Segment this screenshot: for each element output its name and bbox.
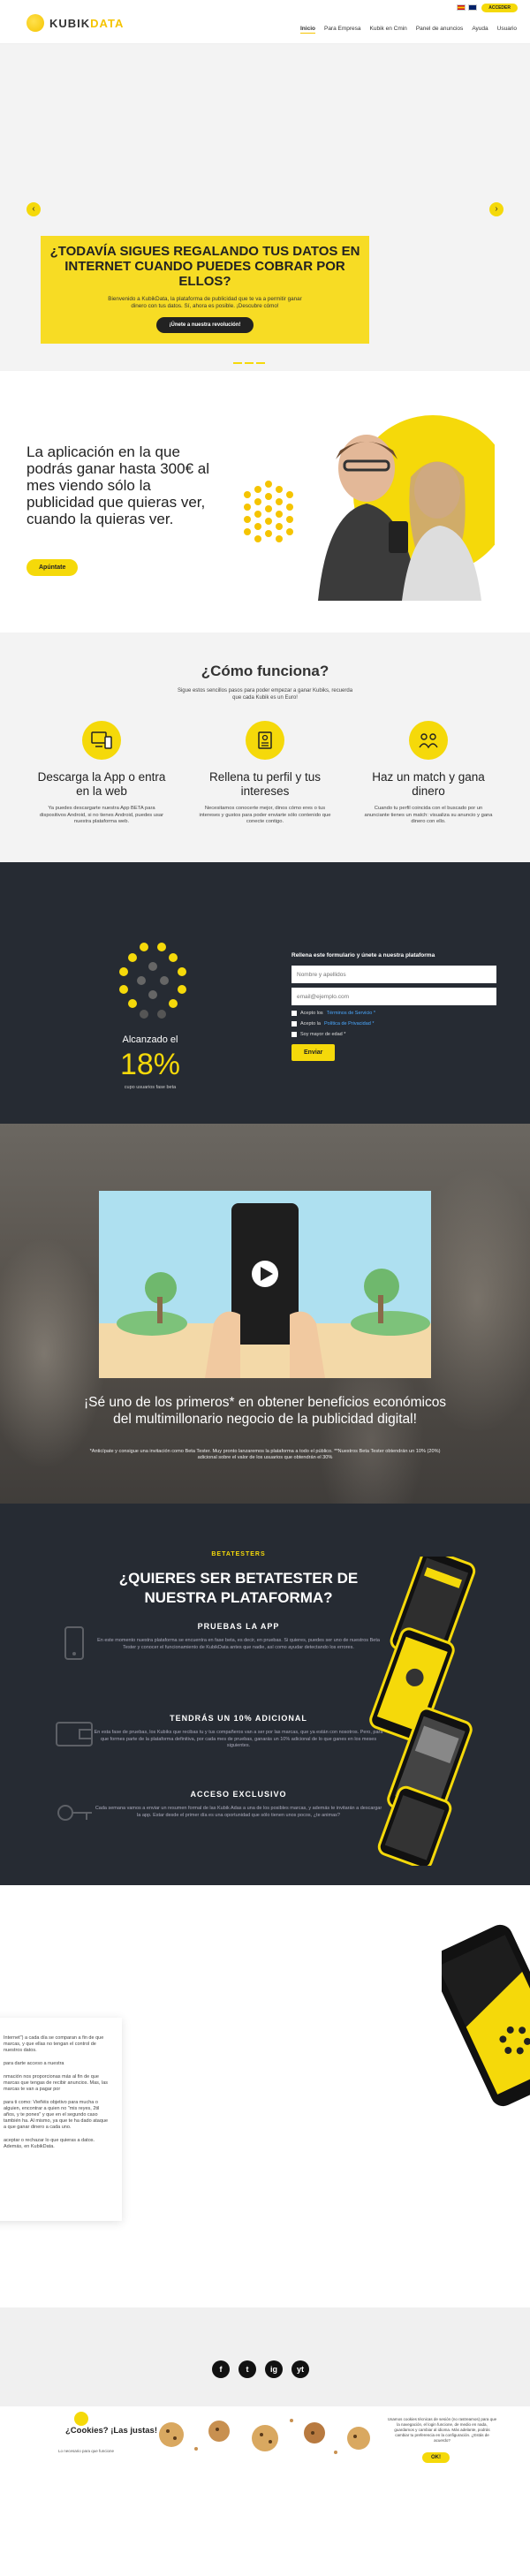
beta-block-test-app: PRUEBAS LA APP En este momento nuestra p…: [97, 1622, 380, 1650]
cookie-title: ¿Cookies? ¡Las justas!: [65, 2426, 157, 2436]
language-switcher: [457, 4, 477, 11]
apuntate-button[interactable]: Apúntate: [26, 559, 79, 576]
nav-panel-anuncios[interactable]: Panel de anuncios: [416, 26, 464, 34]
twitter-icon[interactable]: t: [238, 2360, 256, 2378]
beta-title: ¿QUIERES SER BETATESTER DE NUESTRA PLATA…: [118, 1570, 359, 1606]
beta-kicker: BETATESTERS: [211, 1551, 266, 1557]
youtube-icon[interactable]: yt: [292, 2360, 309, 2378]
name-field[interactable]: [292, 966, 496, 983]
spanish-flag-icon[interactable]: [457, 4, 466, 11]
step-profile: Rellena tu perfil y tus intereses Necesi…: [199, 721, 331, 826]
join-revolution-button[interactable]: ¡Únete a nuestra revolución!: [156, 317, 254, 333]
hero-banner: ¿TODAVÍA SIGUES REGALANDO TUS DATOS EN I…: [41, 236, 369, 344]
step-text: Ya puedes descargarte nuestra App BETA p…: [39, 806, 164, 824]
beta-quota-note: cupo usuarios fase beta: [124, 1085, 177, 1090]
betatesters-section: BETATESTERS ¿QUIERES SER BETATESTER DE N…: [0, 1504, 530, 1885]
signup-form: Rellena este formulario y únete a nuestr…: [292, 952, 496, 1061]
beta-block-extra-10: TENDRÁS UN 10% ADICIONAL En esta fase de…: [94, 1714, 383, 1748]
email-field[interactable]: [292, 988, 496, 1005]
login-button[interactable]: ACCEDER: [481, 4, 518, 12]
slider-dot[interactable]: [256, 362, 265, 364]
instagram-icon[interactable]: ig: [265, 2360, 283, 2378]
terms-checkbox-row: Acepto los Términos de Servicio *: [292, 1011, 496, 1016]
how-subtitle: Sigue estos sencillos pasos para poder e…: [177, 688, 353, 701]
app-section: La aplicación en la que podrás ganar has…: [0, 371, 530, 633]
slider-dot[interactable]: [245, 362, 254, 364]
signup-section: Alcanzado el 18% cupo usuarios fase beta…: [0, 862, 530, 1124]
nav-usuario[interactable]: Usuario: [497, 26, 517, 34]
app-phones-image: [369, 1557, 476, 1866]
terms-checkbox[interactable]: [292, 1011, 297, 1016]
terms-link[interactable]: Términos de Servicio *: [327, 1011, 375, 1016]
reached-label: Alcanzado el: [122, 1034, 178, 1045]
facebook-icon[interactable]: f: [212, 2360, 230, 2378]
accept-cookies-button[interactable]: OK!: [422, 2452, 450, 2463]
beta-block-exclusive: ACCESO EXCLUSIVO Cada semana vamos a env…: [95, 1790, 382, 1818]
how-title: ¿Cómo funciona?: [201, 663, 329, 679]
hero-slider: ‹ › ¿TODAVÍA SIGUES REGALANDO TUS DATOS …: [0, 44, 530, 371]
nav-inicio[interactable]: Inicio: [300, 26, 315, 34]
cookie-note: Lo necesario para que funcione: [58, 2449, 115, 2453]
site-header: KUBIKDATA Inicio Para Empresa Kubik en C…: [0, 0, 530, 44]
info-card: Internet") a cada día se comparan a fin …: [0, 2018, 122, 2221]
cookies-illustration: [159, 2419, 370, 2454]
step-download: Descarga la App o entra en la web Ya pue…: [35, 721, 168, 826]
key-access-icon: [57, 1805, 92, 1821]
slider-dot[interactable]: [233, 362, 242, 364]
video-section: ¡Sé uno de los primeros* en obtener bene…: [0, 1124, 530, 1504]
english-flag-icon[interactable]: [468, 4, 477, 11]
devices-icon: [82, 721, 121, 760]
step-match: Haz un match y gana dinero Cuando tu per…: [362, 721, 495, 826]
match-money-icon: [409, 721, 448, 760]
steps: Descarga la App o entra en la web Ya pue…: [35, 721, 495, 826]
hero-title: ¿TODAVÍA SIGUES REGALANDO TUS DATOS EN I…: [49, 244, 360, 289]
submit-button[interactable]: Enviar: [292, 1044, 336, 1061]
footer: f t ig yt ¿Cookies? ¡Las justas! Lo nece…: [0, 2307, 530, 2468]
couple-with-phone-image: [244, 415, 495, 601]
nav-para-empresa[interactable]: Para Empresa: [324, 26, 361, 34]
promo-video-player[interactable]: [99, 1191, 431, 1378]
step-text: Cuando tu perfil coincida con el buscado…: [364, 806, 493, 824]
app-phone-image: [442, 1924, 530, 2107]
progress-hexagon-icon: [119, 943, 186, 1019]
nav-ayuda[interactable]: Ayuda: [472, 26, 488, 34]
cookie-banner: ¿Cookies? ¡Las justas! Lo necesario para…: [0, 2406, 530, 2468]
video-footnote: *Anticípate y consigue una invitación co…: [89, 1449, 441, 1460]
form-title: Rellena este formulario y únete a nuestr…: [292, 952, 435, 958]
logo[interactable]: KUBIKDATA: [26, 14, 124, 32]
beta-quota-percent: 18%: [119, 1048, 181, 1081]
cookie-hex-icon: [74, 2412, 88, 2426]
how-it-works-section: ¿Cómo funciona? Sigue estos sencillos pa…: [0, 633, 530, 862]
privacy-checkbox[interactable]: [292, 1021, 297, 1027]
privacy-link[interactable]: Política de Privacidad *: [324, 1021, 375, 1027]
social-links: f t ig yt: [212, 2360, 309, 2378]
app-headline: La aplicación en la que podrás ganar has…: [26, 443, 209, 527]
step-title: Rellena tu perfil y tus intereses: [208, 770, 322, 798]
wallet-icon: [56, 1722, 93, 1746]
cookie-text: Usamos cookies técnicas de sesión (no ra…: [387, 2417, 497, 2443]
how-we-work-section: Internet") a cada día se comparan a fin …: [0, 1885, 530, 2307]
video-headline: ¡Sé uno de los primeros* en obtener bene…: [83, 1395, 447, 1427]
profile-form-icon: [246, 721, 284, 760]
step-title: Descarga la App o entra en la web: [37, 770, 166, 798]
logo-prefix: KUBIK: [49, 16, 91, 30]
hero-text: Bienvenido a KubikData, la plataforma de…: [108, 296, 302, 309]
age-checkbox-row: Soy mayor de edad *: [292, 1032, 496, 1037]
step-text: Necesitamos conocerte mejor, dinos cómo …: [199, 806, 331, 824]
logo-icon: [26, 14, 44, 32]
main-nav: Inicio Para Empresa Kubik en Cmin Panel …: [300, 26, 517, 34]
slider-dots: [233, 362, 265, 364]
nav-kubik-en-cmin[interactable]: Kubik en Cmin: [370, 26, 407, 34]
age-checkbox[interactable]: [292, 1032, 297, 1037]
step-title: Haz un match y gana dinero: [372, 770, 485, 798]
logo-suffix: DATA: [90, 16, 125, 30]
privacy-checkbox-row: Acepto la Política de Privacidad *: [292, 1021, 496, 1027]
slider-next-button[interactable]: ›: [489, 202, 504, 216]
slider-prev-button[interactable]: ‹: [26, 202, 41, 216]
phone-hand-icon: [64, 1626, 84, 1660]
